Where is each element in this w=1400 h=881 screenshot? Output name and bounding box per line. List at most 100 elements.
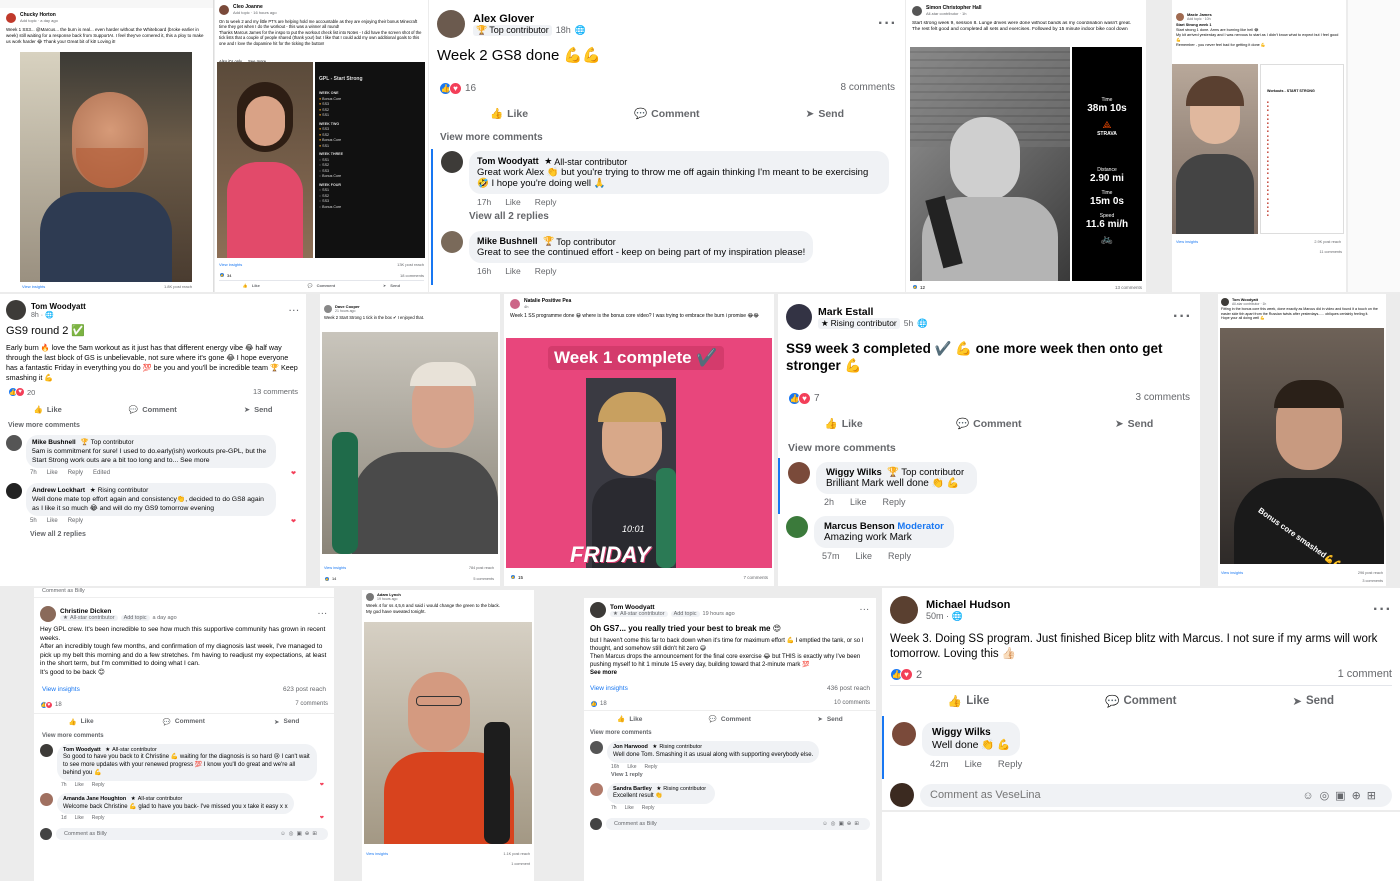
post-time[interactable]: 5h [904,318,913,328]
avatar[interactable] [786,516,808,538]
comment-button[interactable]: 💬 Comment [956,417,1022,431]
comment-like-link[interactable]: Like [505,266,521,276]
view-replies-link[interactable]: View all 2 replies [469,210,889,223]
comment-like-link[interactable]: Like [964,759,981,770]
comment-as-label-top[interactable]: Comment as Billy [34,588,334,598]
comment-count[interactable]: 3 comments [1136,392,1190,405]
rising-contributor-badge[interactable]: ★ Rising contributor [86,486,152,495]
top-contributor-badge[interactable]: 🏆 Top contributor [473,24,552,36]
comment-time[interactable]: 42m [930,759,948,770]
comment-like-link[interactable]: Like [75,815,84,821]
avatar[interactable] [786,304,812,330]
comment-input[interactable]: Comment as Billy ☺◎▣⊕⊞ [56,828,328,841]
post-time[interactable]: 8h [31,312,39,319]
avatar[interactable] [40,743,53,757]
comment-time[interactable]: 17h [477,197,491,207]
view-insights-link[interactable]: View insights [1221,571,1243,575]
reaction-count[interactable]: 34 [227,273,231,278]
comment-like-link[interactable]: Like [47,470,58,477]
author-name[interactable]: Mark Estall [818,306,928,318]
comment-like-link[interactable]: Like [850,497,867,507]
comment-author[interactable]: Jon Harwood [613,744,648,750]
comment-like-link[interactable]: Like [627,764,636,770]
author-name[interactable]: Natalie Positive Pea [524,298,571,304]
comment-count[interactable]: 13 comments [253,387,298,397]
workout-list-screenshot[interactable]: Workouts - START STRONG ■ ■ ■ ■ ■ ■ ■ ■ ■ ■ ■ ■ ■ ■ ■ ■… [1260,64,1344,234]
view-insights-link[interactable]: View insights [42,686,80,693]
avatar[interactable] [40,606,56,622]
avatar[interactable] [6,300,26,320]
view-replies-link[interactable]: View all 2 replies [0,529,306,540]
avatar[interactable] [1221,298,1229,306]
post-photo-story[interactable]: Week 1 complete ✔️ 10:01 FRIDAY [506,338,772,568]
view-insights-link[interactable]: View insights [324,566,346,570]
comment-time[interactable]: 7h [61,782,67,788]
avatar[interactable] [1176,12,1184,21]
comment-count[interactable]: 3 comments [1362,579,1383,583]
comment-time[interactable]: 16h [611,764,619,770]
comment-author[interactable]: Tom Woodyatt [477,156,539,166]
comment-input[interactable] [930,788,1303,802]
comment-button[interactable]: 💬 Comment [1105,694,1176,708]
comment-reply-link[interactable]: Reply [92,782,105,788]
avatar[interactable] [6,483,22,499]
comment-count[interactable]: 1 comment [1338,668,1392,681]
more-options-button[interactable]: ··· [289,306,300,315]
avatar[interactable] [892,722,916,746]
more-options-button[interactable]: ··· [860,607,870,614]
view-insights-link[interactable]: View insights [1176,240,1198,244]
see-more-link[interactable]: See more [590,669,870,677]
avatar[interactable] [590,741,603,754]
comment-author[interactable]: Mike Bushnell [477,236,538,246]
more-options-button[interactable]: ··· [1373,601,1392,619]
comment-count[interactable]: 7 comments [743,575,768,580]
reaction-count[interactable]: 15 [518,575,523,580]
avatar[interactable] [788,462,810,484]
view-replies-link[interactable]: View 1 reply [607,771,870,779]
add-topic-button[interactable]: Add topic [120,614,150,621]
send-button[interactable]: ➤ Send [383,283,400,288]
like-button[interactable]: 👍 Like [490,107,528,121]
moderator-badge[interactable]: Moderator [897,521,943,532]
avatar[interactable] [6,12,16,23]
author-name[interactable]: Michael Hudson [926,599,1010,611]
comment-reply-link[interactable]: Reply [645,764,658,770]
post-photo-selfie[interactable] [364,622,532,844]
comment-like-link[interactable]: Like [505,197,521,207]
author-name[interactable]: Christine Dicken [60,608,177,615]
post-time[interactable]: 19 hours ago [703,611,735,617]
strava-stats-panel[interactable]: Time 38m 10s ⟁ STRAVA Distance 2.90 mi T… [1072,47,1142,281]
comment-like-link[interactable]: Like [856,551,873,561]
checklist-item[interactable]: ● SS1 [319,113,421,119]
post-photo-selfie[interactable] [217,62,313,258]
comment-button[interactable]: 💬 Comment [129,405,177,414]
view-more-comments[interactable]: View more comments [429,126,905,149]
comment-count[interactable]: 10 comments [834,700,870,708]
view-insights-link[interactable]: View insights [22,284,45,289]
all-star-badge[interactable]: ★ All-star contributor [541,156,631,167]
view-more-comments[interactable]: View more comments [778,438,1200,458]
comment-time[interactable]: 5h [30,518,37,525]
top-contributor-badge[interactable]: 🏆 Top contributor [540,236,619,247]
send-button[interactable]: ➤ Send [1115,417,1153,430]
send-button[interactable]: ➤ Send [817,715,842,724]
post-time[interactable]: a day ago [153,615,177,621]
view-insights-link[interactable]: View insights [219,262,242,267]
comment-author[interactable]: Tom Woodyatt [63,747,101,753]
post-photo[interactable] [20,52,192,282]
comment-count[interactable]: 7 comments [295,701,328,709]
like-button[interactable]: 👍 Like [34,405,62,414]
avatar[interactable] [324,304,332,313]
comment-count[interactable]: 13 comments [1115,285,1142,290]
avatar[interactable] [590,782,603,796]
like-button[interactable]: 👍 Like [617,715,642,724]
checklist-item[interactable]: ○ Bonus Core [319,205,421,211]
checklist-item[interactable]: ○ Bonus Core [319,174,421,180]
comment-tools-icons[interactable]: ☺◎▣⊕⊞ [822,821,862,827]
comment-author[interactable]: Sandra Bartley [613,786,652,792]
comment-tools-icons[interactable]: ☺◎▣⊕⊞ [280,831,320,837]
avatar[interactable] [441,231,463,253]
comment-button[interactable]: 💬 Comment [308,283,335,288]
avatar[interactable] [890,596,918,624]
reaction-count[interactable]: 18 [600,701,607,707]
